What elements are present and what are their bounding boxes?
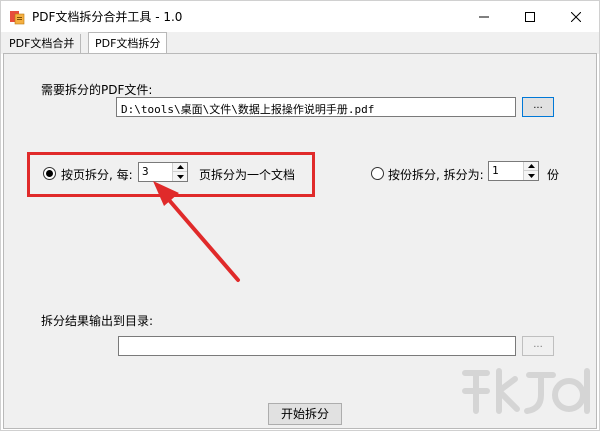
app-icon <box>10 11 25 25</box>
pages-per-file-value[interactable]: 3 <box>142 165 149 178</box>
minimize-icon <box>479 16 489 17</box>
spinner-down-button[interactable] <box>173 172 187 181</box>
pages-per-file-spinner[interactable]: 3 <box>138 162 188 182</box>
arrow-down-icon <box>176 174 184 179</box>
spinner-arrows <box>523 162 538 180</box>
maximize-icon <box>525 11 535 22</box>
arrow-up-icon <box>176 165 184 169</box>
split-by-count-label: 按份拆分, 拆分为: <box>388 168 484 182</box>
arrow-up-icon <box>527 164 535 168</box>
app-window: PDF文档拆分合并工具 - 1.0 PDF文档合并 PDF文档拆分 需要拆分的P… <box>0 0 600 431</box>
watermark-logo <box>462 368 590 414</box>
maximize-button[interactable] <box>507 1 553 32</box>
tab-strip: PDF文档合并 PDF文档拆分 <box>1 32 599 54</box>
close-button[interactable] <box>553 1 599 32</box>
source-file-input[interactable]: D:\tools\桌面\文件\数据上报操作说明手册.pdf <box>116 97 516 117</box>
spinner-up-button[interactable] <box>524 162 538 171</box>
split-by-count-radio[interactable] <box>371 167 384 180</box>
split-by-page-label: 按页拆分, 每: <box>61 168 133 182</box>
output-dir-input[interactable] <box>118 336 516 356</box>
spinner-down-button[interactable] <box>524 171 538 180</box>
spinner-up-button[interactable] <box>173 163 187 172</box>
tab-pdf-split[interactable]: PDF文档拆分 <box>88 32 168 54</box>
start-split-button[interactable]: 开始拆分 <box>268 403 342 425</box>
output-browse-button[interactable]: ... <box>522 336 554 356</box>
window-title: PDF文档拆分合并工具 - 1.0 <box>32 10 183 24</box>
split-by-page-suffix: 页拆分为一个文档 <box>199 168 296 182</box>
split-by-page-radio[interactable] <box>43 167 56 180</box>
file-count-value[interactable]: 1 <box>492 164 499 177</box>
source-browse-button[interactable]: ... <box>522 97 554 117</box>
tab-pdf-merge[interactable]: PDF文档合并 <box>3 34 82 53</box>
arrow-down-icon <box>527 173 535 178</box>
close-icon <box>571 11 581 22</box>
file-count-spinner[interactable]: 1 <box>488 161 539 181</box>
title-bar: PDF文档拆分合并工具 - 1.0 <box>1 1 599 32</box>
source-file-label: 需要拆分的PDF文件: <box>41 83 153 97</box>
output-dir-label: 拆分结果输出到目录: <box>41 314 154 328</box>
minimize-button[interactable] <box>461 1 507 32</box>
spinner-arrows <box>172 163 187 181</box>
split-by-count-suffix: 份 <box>547 168 560 182</box>
